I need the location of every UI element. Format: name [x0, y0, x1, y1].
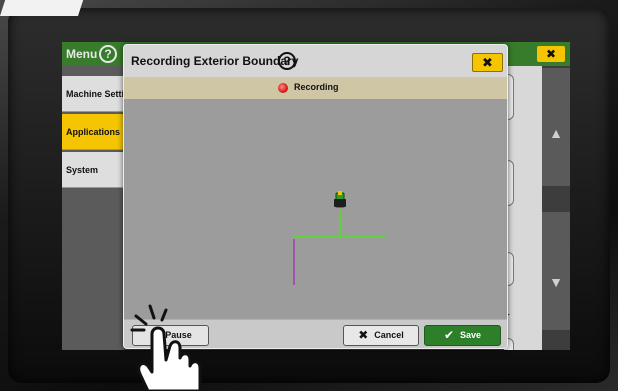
recording-status-bar: Recording: [124, 77, 507, 99]
close-icon: ✖: [358, 328, 369, 342]
menu-sidebar: Machine Settings Applications System: [62, 66, 124, 350]
menu-close-button[interactable]: ✖: [537, 46, 565, 62]
pointing-hand-icon: [130, 304, 202, 391]
boundary-map[interactable]: [124, 99, 507, 319]
dialog-title: Recording Exterior Boundary: [131, 54, 299, 68]
sidebar-item-system[interactable]: System: [62, 152, 124, 188]
menu-title: Menu: [66, 47, 98, 61]
sidebar-item-machine-settings[interactable]: Machine Settings: [62, 76, 124, 112]
map-canvas: [293, 191, 386, 285]
save-button[interactable]: ✔ Save: [424, 325, 501, 346]
check-icon: ✔: [443, 328, 455, 342]
scroll-down-button[interactable]: ▼: [542, 212, 570, 330]
scroll-up-button[interactable]: ▲: [542, 68, 570, 186]
menu-help-icon[interactable]: ?: [99, 45, 117, 63]
cancel-button[interactable]: ✖ Cancel: [343, 325, 419, 346]
recording-status-label: Recording: [294, 82, 339, 92]
corner-badge: [0, 0, 84, 16]
sidebar-item-applications[interactable]: Applications: [62, 114, 124, 150]
dialog-help-icon[interactable]: ?: [278, 52, 296, 70]
recording-dot-icon: [278, 83, 288, 93]
dialog-close-button[interactable]: ✖: [472, 53, 503, 72]
tractor-icon: [334, 191, 346, 208]
cancel-button-label: Cancel: [374, 330, 404, 340]
save-button-label: Save: [460, 330, 482, 340]
